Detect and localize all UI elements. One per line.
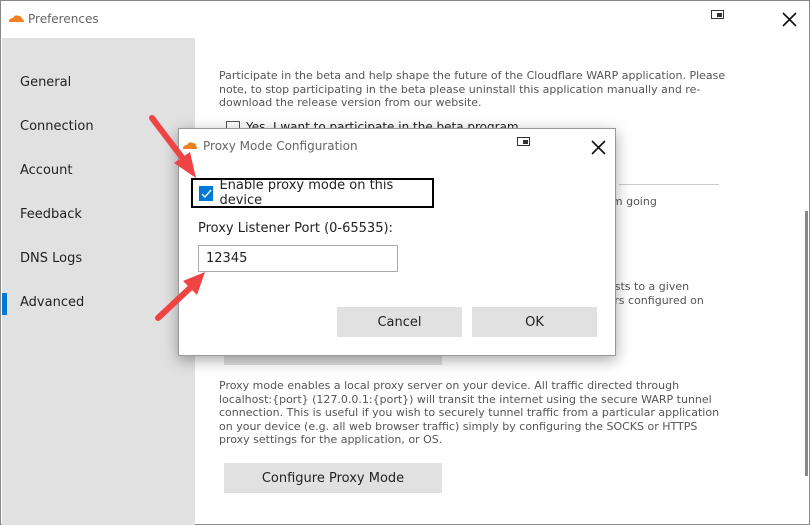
port-label: Proxy Listener Port (0-65535): [198, 221, 393, 236]
proxy-description: Proxy mode enables a local proxy server … [219, 379, 720, 446]
sidebar-item-advanced[interactable]: Advanced [20, 295, 84, 310]
enable-proxy-checkbox-row[interactable]: Enable proxy mode on this device [191, 178, 434, 208]
sidebar-item-connection[interactable]: Connection [20, 119, 94, 134]
ok-button[interactable]: OK [472, 307, 597, 337]
port-input[interactable]: 12345 [198, 245, 398, 272]
partial-text: vers configured on [601, 294, 704, 307]
enable-proxy-label: Enable proxy mode on this device [219, 178, 394, 208]
close-icon[interactable] [591, 140, 606, 155]
checkbox-checked-icon[interactable] [199, 185, 214, 201]
proxy-mode-dialog: Proxy Mode Configuration Enable proxy mo… [178, 128, 616, 356]
snap-icon[interactable] [711, 10, 725, 20]
close-icon[interactable] [782, 12, 797, 27]
beta-description: Participate in the beta and help shape t… [219, 69, 726, 109]
divider [619, 184, 719, 185]
cloudflare-logo-icon [9, 15, 24, 22]
dialog-title: Proxy Mode Configuration [203, 139, 358, 153]
active-indicator [2, 293, 7, 315]
cancel-button[interactable]: Cancel [337, 307, 462, 337]
sidebar-item-feedback[interactable]: Feedback [20, 207, 82, 222]
sidebar-item-account[interactable]: Account [20, 163, 73, 178]
sidebar [2, 38, 195, 525]
snap-icon[interactable] [517, 137, 531, 147]
configure-proxy-mode-button[interactable]: Configure Proxy Mode [224, 463, 442, 493]
window-title: Preferences [28, 12, 99, 26]
sidebar-item-dns-logs[interactable]: DNS Logs [20, 251, 82, 266]
cloudflare-logo-icon [183, 142, 197, 149]
scrollbar[interactable] [805, 211, 808, 476]
sidebar-item-general[interactable]: General [20, 75, 71, 90]
